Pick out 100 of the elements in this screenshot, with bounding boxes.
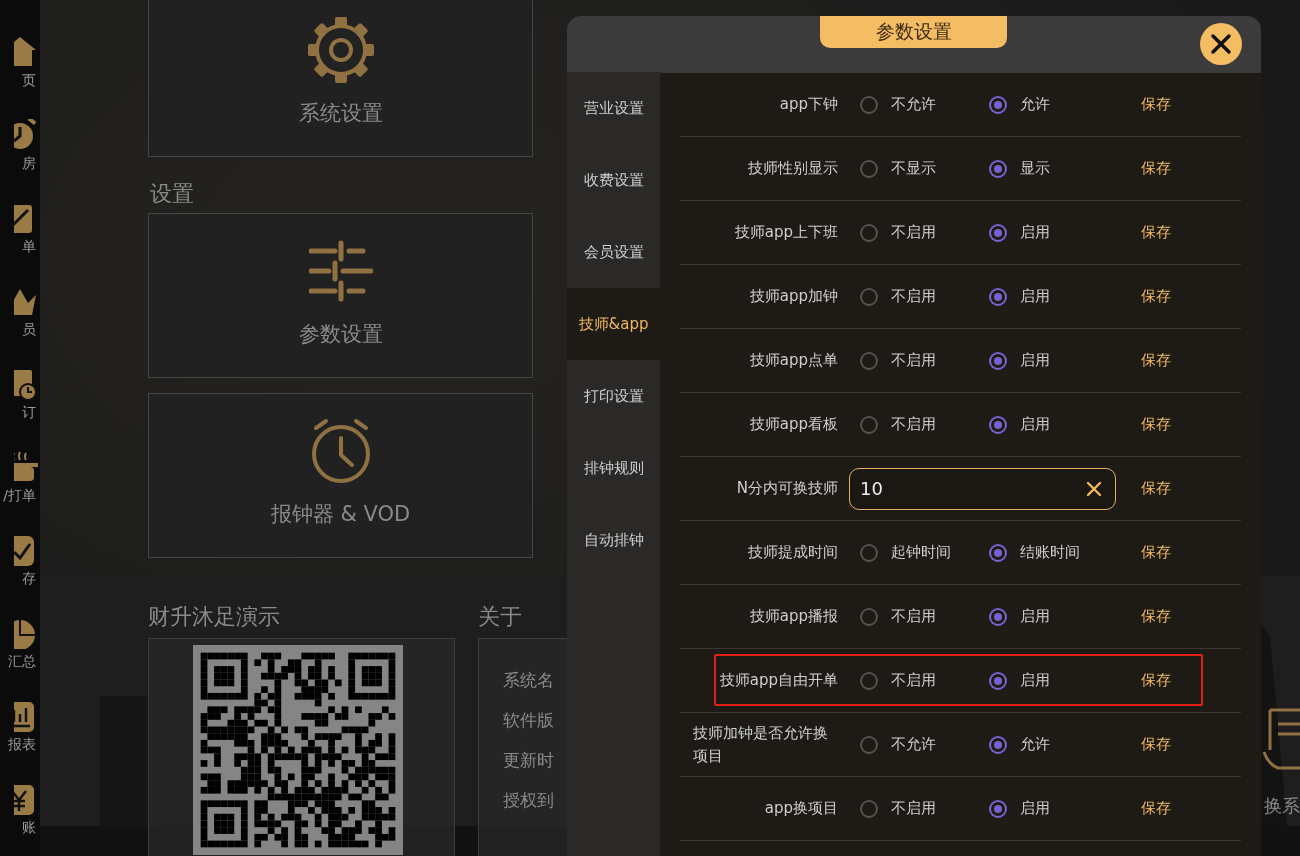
settings-tile[interactable]: 系统设置: [148, 0, 533, 157]
section-title: 设置: [150, 180, 194, 208]
nav-label[interactable]: 汇总: [8, 653, 40, 671]
setting-label: 技师app看板: [749, 414, 838, 435]
save-link[interactable]: 保存: [1141, 799, 1171, 818]
about-line: 系统名: [503, 669, 555, 692]
pot-icon: [14, 451, 40, 483]
radio-button[interactable]: [860, 223, 878, 242]
nav-label[interactable]: 订: [22, 404, 40, 422]
option-label: 允许: [1020, 95, 1050, 114]
tile-label: 参数设置: [298, 321, 383, 348]
option-label: 启用: [1020, 223, 1050, 242]
radio-button[interactable]: [989, 607, 1007, 626]
setting-label: 技师app点单: [749, 350, 838, 371]
setting-label: N分内可换技师: [736, 478, 838, 499]
setting-label: 技师app加钟: [749, 286, 838, 307]
option-label: 启用: [1020, 671, 1050, 690]
setting-label: app下钟: [779, 94, 838, 115]
setting-label: 技师app上下班: [734, 222, 838, 243]
document-icon: [1262, 706, 1300, 772]
option-label: 启用: [1020, 351, 1050, 370]
radio-button[interactable]: [989, 95, 1007, 114]
option-label: 不启用: [891, 415, 936, 434]
option-label: 起钟时间: [891, 543, 951, 562]
radio-button[interactable]: [860, 799, 878, 818]
save-link[interactable]: 保存: [1141, 415, 1171, 434]
settings-tile[interactable]: 参数设置: [148, 213, 533, 378]
section-title: 关于: [478, 603, 522, 631]
close-button[interactable]: [1200, 23, 1242, 65]
settings-tab[interactable]: 技师&app: [567, 288, 660, 360]
tile-label: 系统设置: [298, 100, 383, 127]
option-label: 显示: [1020, 159, 1050, 178]
save-link[interactable]: 保存: [1141, 223, 1171, 242]
option-label: 不启用: [891, 671, 936, 690]
save-link[interactable]: 保存: [1141, 287, 1171, 306]
option-label: 不允许: [891, 735, 936, 754]
radio-button[interactable]: [989, 351, 1007, 370]
gear-icon: [305, 15, 376, 85]
option-label: 不启用: [891, 607, 936, 626]
save-link[interactable]: 保存: [1141, 95, 1171, 114]
setting-label: 技师app播报: [749, 606, 838, 627]
about-line: 授权到: [503, 789, 555, 812]
save-link[interactable]: 保存: [1141, 479, 1171, 498]
radio-button[interactable]: [989, 159, 1007, 178]
radio-button[interactable]: [860, 351, 878, 370]
radio-button[interactable]: [860, 287, 878, 306]
setting-label: app换项目: [764, 798, 838, 819]
nav-label[interactable]: 房: [22, 155, 40, 173]
option-label: 不启用: [891, 799, 936, 818]
setting-label: 技师性别显示: [748, 158, 838, 179]
option-label: 启用: [1020, 287, 1050, 306]
settings-tile[interactable]: 报钟器 & VOD: [148, 393, 533, 558]
tile-label: 报钟器 & VOD: [270, 501, 411, 528]
about-line: 更新时: [503, 749, 555, 772]
save-link[interactable]: 保存: [1141, 543, 1171, 562]
radio-button[interactable]: [989, 735, 1007, 754]
option-label: 不启用: [891, 351, 936, 370]
radio-button[interactable]: [860, 415, 878, 434]
save-link[interactable]: 保存: [1141, 351, 1171, 370]
clear-icon[interactable]: [1086, 480, 1102, 497]
option-label: 启用: [1020, 607, 1050, 626]
nav-label[interactable]: 存: [22, 570, 40, 588]
nav-label[interactable]: /打单: [3, 487, 40, 505]
radio-button[interactable]: [989, 543, 1007, 562]
nav-label[interactable]: 账: [22, 819, 40, 837]
option-label: 启用: [1020, 799, 1050, 818]
setting-label: 技师提成时间: [748, 542, 838, 563]
section-title: 财升沐足演示: [148, 603, 280, 631]
option-label: 不启用: [891, 223, 936, 242]
radio-button[interactable]: [860, 543, 878, 562]
about-line: 软件版: [503, 709, 555, 732]
radio-button[interactable]: [989, 223, 1007, 242]
save-link[interactable]: 保存: [1141, 607, 1171, 626]
radio-button[interactable]: [860, 95, 878, 114]
radio-button[interactable]: [989, 671, 1007, 690]
option-label: 结账时间: [1020, 543, 1080, 562]
nav-label[interactable]: 报表: [8, 736, 40, 754]
number-input-field[interactable]: 10: [849, 467, 1116, 510]
radio-button[interactable]: [989, 287, 1007, 306]
option-label: 不启用: [891, 287, 936, 306]
save-link[interactable]: 保存: [1141, 735, 1171, 754]
tile-label: 换系: [1264, 794, 1300, 818]
setting-label: 技师app自由开单: [719, 670, 838, 691]
nav-label[interactable]: 单: [22, 238, 40, 256]
radio-button[interactable]: [860, 671, 878, 690]
radio-button[interactable]: [860, 607, 878, 626]
setting-label: 技师加钟是否允许换项目: [693, 722, 829, 767]
option-label: 启用: [1020, 415, 1050, 434]
dialog-title: 参数设置: [820, 16, 1007, 48]
nav-label[interactable]: 页: [22, 72, 40, 90]
option-label: 不显示: [891, 159, 936, 178]
radio-button[interactable]: [860, 159, 878, 178]
option-label: 不允许: [891, 95, 936, 114]
close-icon: [1210, 33, 1232, 55]
save-link[interactable]: 保存: [1141, 159, 1171, 178]
nav-label[interactable]: 员: [22, 321, 40, 339]
radio-button[interactable]: [860, 735, 878, 754]
radio-button[interactable]: [989, 799, 1007, 818]
save-link[interactable]: 保存: [1141, 671, 1171, 690]
radio-button[interactable]: [989, 415, 1007, 434]
